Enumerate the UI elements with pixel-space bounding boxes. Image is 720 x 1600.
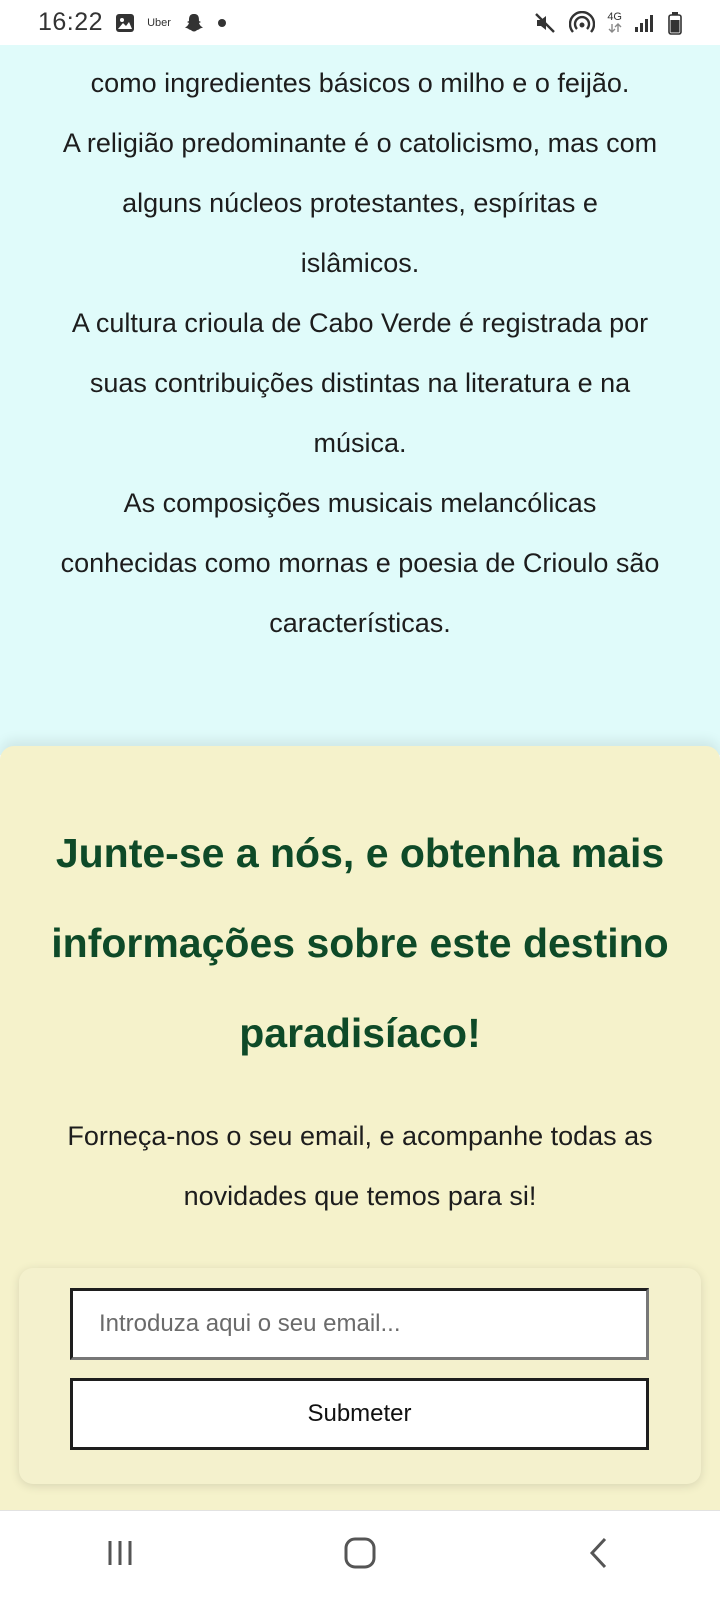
newsletter-title: Junte-se a nós, e obtenha mais informaçõ… [51,830,669,1056]
uber-icon: Uber [147,17,171,29]
article-paragraph: A religião predominante é o catolicismo,… [62,128,658,278]
status-left: 16:22 Uber [38,8,227,37]
home-button[interactable] [315,1511,405,1600]
recent-apps-button[interactable] [75,1511,165,1600]
newsletter-form: Submeter [19,1268,701,1484]
article-paragraph: As composições musicais melancólicas con… [60,488,660,638]
gallery-icon [115,13,135,33]
navigation-bar [0,1510,720,1600]
mute-icon [533,11,557,35]
newsletter-section: Junte-se a nós, e obtenha mais informaçõ… [0,746,720,1510]
newsletter-subtitle: Forneça-nos o seu email, e acompanhe tod… [67,1121,653,1211]
uber-icon-label: Uber [147,16,171,29]
article-section: como ingredientes básicos o milho e o fe… [0,45,720,755]
email-input[interactable] [70,1288,649,1360]
battery-icon [668,11,682,35]
snapchat-icon [183,12,205,34]
back-icon [585,1536,615,1575]
home-icon [343,1536,377,1575]
network-4g-icon: 4G [607,12,622,33]
article-paragraph: como ingredientes básicos o milho e o fe… [90,68,630,98]
signal-icon [634,13,656,33]
status-time: 16:22 [38,8,104,36]
recent-apps-icon [104,1537,136,1574]
article-text: como ingredientes básicos o milho e o fe… [60,53,660,653]
back-button[interactable] [555,1511,645,1600]
status-bar: 16:22 Uber 4G [0,0,720,45]
hotspot-icon [569,10,596,35]
submit-button[interactable]: Submeter [70,1378,649,1450]
network-label: 4G [607,11,622,23]
article-paragraph: A cultura crioula de Cabo Verde é regist… [71,308,649,458]
notification-dot-icon [217,18,227,28]
status-right: 4G [533,10,682,35]
